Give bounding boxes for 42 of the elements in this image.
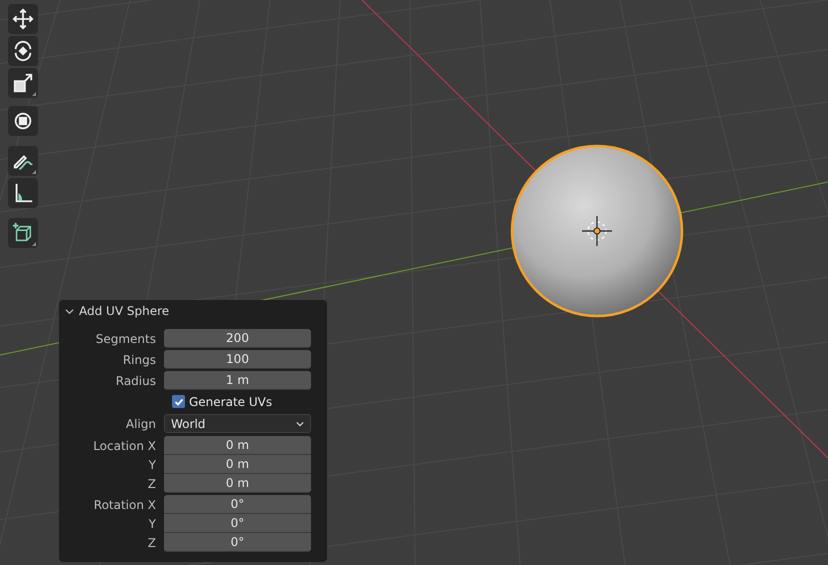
move-arrows-icon [12,8,34,30]
field-label: Rings [122,352,157,368]
number-field[interactable]: 0 m [164,455,311,474]
number-field[interactable]: 0° [164,495,311,514]
field-label: Rotation X [92,496,157,514]
field-label: Z [146,534,157,552]
rotate-icon [12,40,34,62]
field-label: Align [124,416,157,432]
corner-mark-icon [32,242,36,246]
checkmark-icon [174,396,184,406]
checkbox-label: Generate UVs [189,394,272,410]
number-field[interactable]: 200 [164,329,311,348]
tool-button[interactable] [8,106,38,136]
field-label: Segments [94,330,157,348]
chevron-icon [296,420,304,428]
number-field[interactable]: 0 m [164,436,311,455]
number-field[interactable]: 0° [164,514,311,533]
corner-mark-icon [32,170,36,174]
tool-button[interactable] [8,36,38,66]
tool-button[interactable] [8,178,38,208]
field-label: Y [148,516,157,532]
tool-button[interactable] [8,4,38,34]
number-field[interactable]: 100 [164,350,311,369]
field-label: Location X [92,438,157,454]
tool-button[interactable] [8,68,38,98]
align-dropdown[interactable]: World [164,414,311,433]
field-label: Y [148,456,157,474]
transform-icon [12,110,34,132]
corner-mark-icon [32,92,36,96]
checkbox[interactable] [172,395,185,408]
number-field[interactable]: 0 m [164,474,311,493]
chevron-icon [65,306,74,316]
origin-cursor-icon [582,216,612,246]
tool-button[interactable] [8,218,38,248]
panel-header[interactable]: Add UV Sphere [59,300,176,322]
number-field[interactable]: 0° [164,533,311,552]
scale-icon [12,72,34,94]
add-cube-icon [12,222,34,244]
field-label: Radius [114,372,157,390]
tool-button[interactable] [8,146,38,176]
field-label: Z [146,476,157,492]
number-field[interactable]: 1 m [164,371,311,390]
